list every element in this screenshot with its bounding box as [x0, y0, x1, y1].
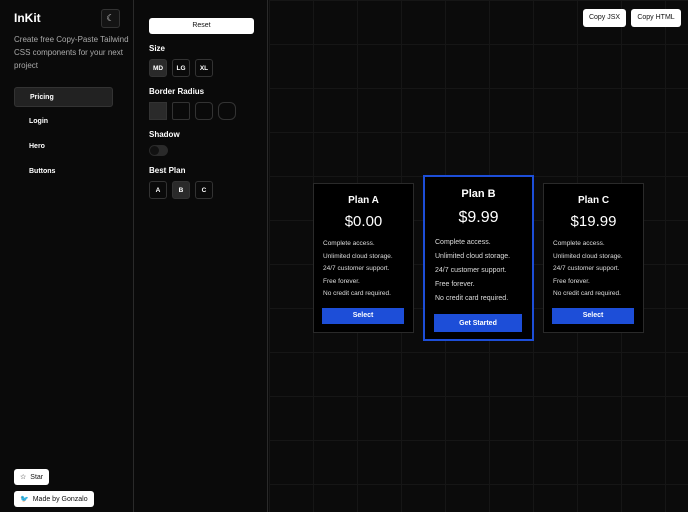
- select-button[interactable]: Select: [322, 307, 404, 324]
- size-md[interactable]: MD: [149, 59, 167, 77]
- sidebar: InKit ☾ Create free Copy-Paste Tailwind …: [0, 0, 134, 512]
- feature: 24/7 customer support.: [435, 267, 507, 274]
- made-by-button[interactable]: 🐦 Made by Gonzalo: [14, 491, 94, 507]
- select-button[interactable]: Select: [552, 307, 634, 324]
- feature: Complete access.: [435, 239, 491, 246]
- star-icon: ☆: [20, 474, 27, 481]
- best-plan-c[interactable]: C: [195, 181, 213, 199]
- get-started-button[interactable]: Get Started: [434, 314, 522, 332]
- plan-card-a: Plan A $0.00 Complete access. Unlimited …: [313, 183, 414, 333]
- size-xl[interactable]: XL: [195, 59, 213, 77]
- nav-item-buttons[interactable]: Buttons: [14, 162, 113, 182]
- best-plan-a[interactable]: A: [149, 181, 167, 199]
- feature: Free forever.: [323, 277, 360, 285]
- plan-title: Plan B: [461, 188, 496, 200]
- reset-button[interactable]: Reset: [149, 18, 254, 34]
- nav-item-login[interactable]: Login: [14, 112, 113, 132]
- copy-jsx-button[interactable]: Copy JSX: [583, 9, 626, 27]
- plan-price: $9.99: [458, 209, 499, 226]
- feature: Free forever.: [553, 277, 590, 285]
- feature: Unlimited cloud storage.: [435, 253, 511, 260]
- nav-item-pricing[interactable]: Pricing: [14, 87, 113, 107]
- shadow-toggle[interactable]: [149, 145, 168, 156]
- star-label: Star: [30, 473, 44, 481]
- nav-item-hero[interactable]: Hero: [14, 137, 113, 157]
- plan-price: $19.99: [570, 213, 617, 230]
- feature: Unlimited cloud storage.: [323, 252, 393, 260]
- size-label: Size: [149, 44, 166, 53]
- size-lg[interactable]: LG: [172, 59, 190, 77]
- plan-title: Plan C: [577, 195, 610, 206]
- tagline: Create free Copy-Paste Tailwind CSS comp…: [14, 35, 129, 70]
- feature: 24/7 customer support.: [553, 265, 620, 272]
- radius-label: Border Radius: [149, 87, 205, 96]
- radius-md[interactable]: [195, 102, 213, 120]
- feature: 24/7 customer support.: [323, 265, 390, 272]
- star-button[interactable]: ☆ Star: [14, 469, 50, 485]
- logo: InKit: [14, 11, 41, 25]
- twitter-icon: 🐦: [20, 496, 29, 503]
- plan-title: Plan A: [348, 195, 379, 206]
- nav: Pricing Login Hero Buttons: [14, 87, 113, 187]
- plan-price: $0.00: [344, 213, 383, 230]
- radius-sm[interactable]: [172, 102, 190, 120]
- controls-panel: Reset Size MD LG XL Border Radius Shadow…: [135, 0, 268, 512]
- preview-canvas: Copy JSX Copy HTML Plan A $0.00 Complete…: [269, 0, 688, 512]
- plan-card-c: Plan C $19.99 Complete access. Unlimited…: [543, 183, 644, 333]
- moon-icon: ☾: [106, 13, 115, 23]
- theme-toggle-button[interactable]: ☾: [101, 9, 120, 28]
- radius-lg[interactable]: [218, 102, 236, 120]
- feature: No credit card required.: [323, 290, 391, 297]
- feature: No credit card required.: [553, 290, 621, 297]
- shadow-label: Shadow: [149, 130, 180, 139]
- best-plan-b[interactable]: B: [172, 181, 190, 199]
- radius-none[interactable]: [149, 102, 167, 120]
- feature: No credit card required.: [435, 295, 509, 302]
- made-by-label: Made by Gonzalo: [32, 495, 88, 503]
- feature: Complete access.: [323, 240, 375, 247]
- copy-html-button[interactable]: Copy HTML: [631, 9, 681, 27]
- best-plan-label: Best Plan: [149, 166, 186, 175]
- feature: Free forever.: [435, 281, 475, 288]
- plan-card-b: Plan B $9.99 Complete access. Unlimited …: [423, 175, 534, 341]
- feature: Complete access.: [553, 240, 605, 247]
- feature: Unlimited cloud storage.: [553, 252, 623, 260]
